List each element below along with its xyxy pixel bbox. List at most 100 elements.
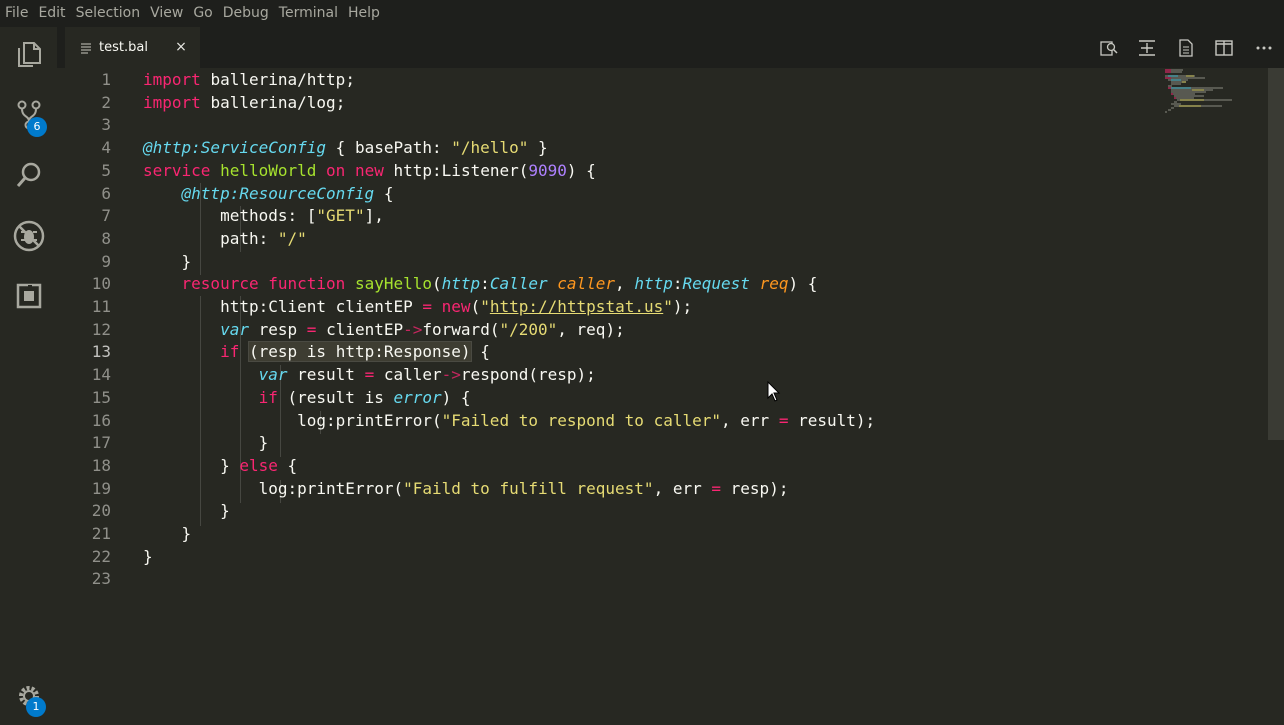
line-number[interactable]: 17 xyxy=(57,431,111,454)
code-text: if (resp is http:Response) { xyxy=(220,341,490,363)
code-line[interactable]: 22} xyxy=(57,545,1237,568)
code-line[interactable]: 7 methods: ["GET"], xyxy=(57,204,1237,227)
line-number[interactable]: 23 xyxy=(57,567,111,590)
code-line[interactable]: 17 } xyxy=(57,431,1237,454)
explorer-button[interactable] xyxy=(0,30,57,80)
menu-selection[interactable]: Selection xyxy=(71,0,146,27)
code-text: var result = caller->respond(resp); xyxy=(258,365,596,385)
vertical-scrollbar[interactable] xyxy=(1268,68,1284,440)
code-text: } xyxy=(143,251,192,271)
close-icon[interactable]: × xyxy=(172,38,190,56)
activity-bar: 6 1 xyxy=(0,27,57,725)
line-number[interactable]: 18 xyxy=(57,454,111,477)
menu-view[interactable]: View xyxy=(145,0,188,27)
search-icon xyxy=(16,162,40,187)
line-number[interactable]: 16 xyxy=(57,409,111,432)
split-editor-button[interactable] xyxy=(1213,37,1235,59)
open-changes-button[interactable] xyxy=(1098,37,1120,59)
line-number[interactable]: 1 xyxy=(57,68,111,91)
code-text: } xyxy=(143,546,153,566)
extensions-icon xyxy=(16,283,41,309)
code-text: var resp = clientEP->forward("/200", req… xyxy=(220,319,625,339)
code-line[interactable]: 19 log:printError("Faild to fulfill requ… xyxy=(57,477,1237,500)
line-number[interactable]: 2 xyxy=(57,91,111,114)
code-text: path: "/" xyxy=(220,228,307,248)
line-number[interactable]: 7 xyxy=(57,204,111,227)
code-line[interactable]: 23 xyxy=(57,567,1237,590)
code-text: resource function sayHello(http:Caller c… xyxy=(181,274,818,294)
code-line[interactable]: 3 xyxy=(57,113,1237,136)
menu-file[interactable]: File xyxy=(0,0,33,27)
code-text: service helloWorld on new http:Listener(… xyxy=(143,160,596,180)
menu-edit[interactable]: Edit xyxy=(33,0,70,27)
code-line[interactable]: 14 var result = caller->respond(resp); xyxy=(57,363,1237,386)
code-editor[interactable]: 1 import ballerina/http; 2 import ballerina… xyxy=(57,68,1284,725)
code-text: } xyxy=(143,433,269,453)
line-number[interactable]: 22 xyxy=(57,545,111,568)
menu-debug[interactable]: Debug xyxy=(218,0,274,27)
code-text: @http:ResourceConfig { xyxy=(181,183,394,203)
line-number[interactable]: 21 xyxy=(57,522,111,545)
code-line[interactable]: 18 } else { xyxy=(57,454,1237,477)
line-number[interactable]: 4 xyxy=(57,136,111,159)
open-preview-button[interactable] xyxy=(1175,37,1197,59)
code-line[interactable]: 4 @http:ServiceConfig { basePath: "/hello… xyxy=(57,136,1237,159)
code-line[interactable]: 20 } xyxy=(57,499,1237,522)
line-number[interactable]: 14 xyxy=(57,363,111,386)
menu-terminal[interactable]: Terminal xyxy=(274,0,343,27)
menu-go[interactable]: Go xyxy=(188,0,217,27)
line-number[interactable]: 11 xyxy=(57,295,111,318)
code-line[interactable]: 6 @http:ResourceConfig { xyxy=(57,182,1237,205)
line-number[interactable]: 5 xyxy=(57,159,111,182)
line-number[interactable]: 3 xyxy=(57,113,111,136)
source-control-button[interactable]: 6 xyxy=(0,90,57,140)
code-text: if (result is error) { xyxy=(258,387,471,407)
code-line[interactable]: 8 path: "/" xyxy=(57,227,1237,250)
document-icon xyxy=(1179,39,1193,57)
line-number[interactable]: 20 xyxy=(57,499,111,522)
search-button[interactable] xyxy=(0,150,57,200)
menu-bar: File Edit Selection View Go Debug Termin… xyxy=(0,0,1284,27)
code-text: } else { xyxy=(143,455,298,475)
files-icon xyxy=(17,42,41,67)
code-text: methods: ["GET"], xyxy=(220,206,384,226)
split-vertical-icon xyxy=(1139,40,1155,56)
minimap[interactable] xyxy=(1162,68,1272,128)
code-line[interactable]: 15 if (result is error) { xyxy=(57,386,1237,409)
line-number[interactable]: 15 xyxy=(57,386,111,409)
settings-badge: 1 xyxy=(26,697,46,717)
tab-label: test.bal xyxy=(99,40,148,55)
code-line[interactable]: 11 http:Client clientEP = new("http://ht… xyxy=(57,295,1237,318)
menu-help[interactable]: Help xyxy=(343,0,385,27)
debug-button[interactable] xyxy=(0,211,57,261)
code-line[interactable]: 9 } xyxy=(57,250,1237,273)
line-number[interactable]: 12 xyxy=(57,318,111,341)
code-line[interactable]: 2 import ballerina/log; xyxy=(57,91,1237,114)
more-actions-button[interactable] xyxy=(1253,37,1275,59)
extensions-button[interactable] xyxy=(0,271,57,321)
code-line[interactable]: 1 import ballerina/http; xyxy=(57,68,1237,91)
code-line[interactable]: 13 if (resp is http:Response) { xyxy=(57,340,1237,363)
code-line[interactable]: 10 resource function sayHello(http:Calle… xyxy=(57,272,1237,295)
manage-button[interactable]: 1 xyxy=(0,671,57,721)
code-line[interactable]: 12 var resp = clientEP->forward("/200", … xyxy=(57,318,1237,341)
split-editor-icon xyxy=(1215,40,1233,56)
ellipsis-icon xyxy=(1256,46,1272,50)
line-number[interactable]: 10 xyxy=(57,272,111,295)
code-text: } xyxy=(143,501,230,521)
line-number[interactable]: 9 xyxy=(57,250,111,273)
code-line[interactable]: 21 } xyxy=(57,522,1237,545)
scm-badge: 6 xyxy=(27,117,47,137)
code-line[interactable]: 16 log:printError("Failed to respond to … xyxy=(57,409,1237,432)
line-number[interactable]: 13 xyxy=(57,340,111,363)
code-text: } xyxy=(143,524,192,543)
code-line[interactable]: 5 service helloWorld on new http:Listener… xyxy=(57,159,1237,182)
line-number[interactable]: 6 xyxy=(57,182,111,205)
code-text: log:printError("Faild to fulfill request… xyxy=(258,478,789,498)
line-number[interactable]: 8 xyxy=(57,227,111,250)
toggle-whitespace-button[interactable] xyxy=(1136,37,1158,59)
line-number[interactable]: 19 xyxy=(57,477,111,500)
mouse-pointer-icon xyxy=(767,381,781,402)
code-text: import ballerina/http; xyxy=(143,70,355,89)
tab-test-bal[interactable]: test.bal × xyxy=(65,27,200,68)
